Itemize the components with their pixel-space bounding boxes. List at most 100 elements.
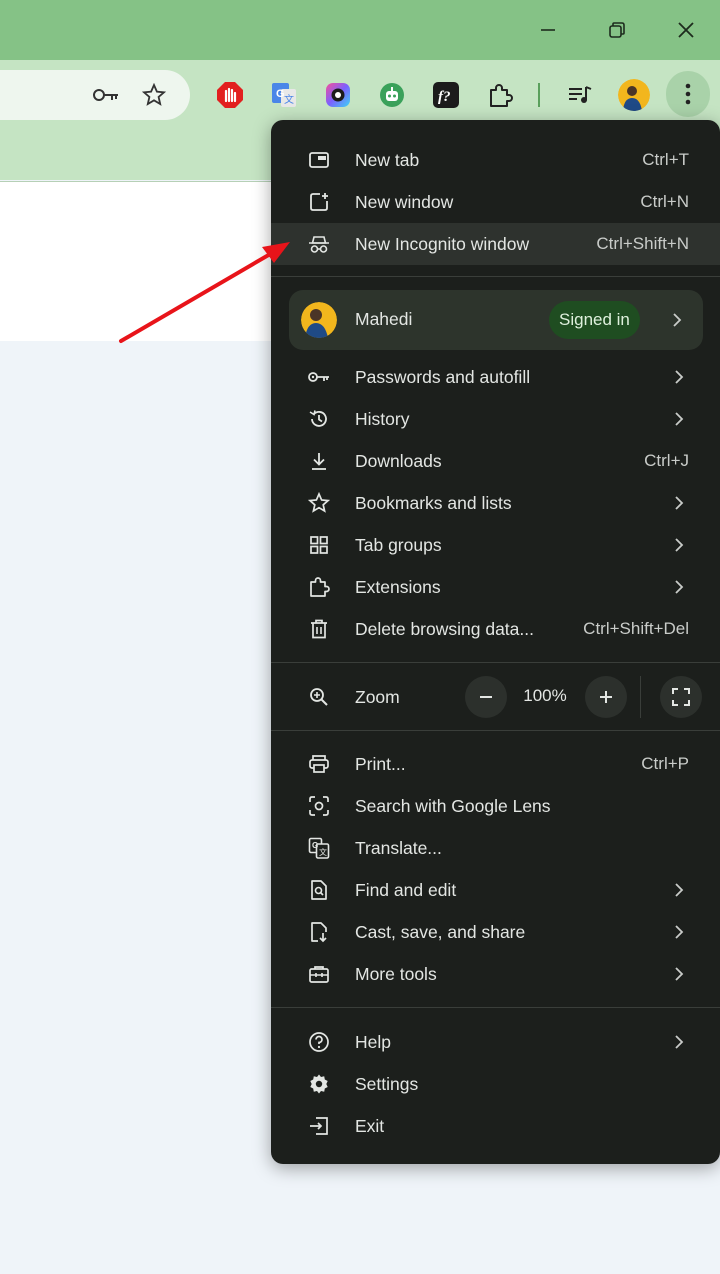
menu-item-downloads[interactable]: Downloads Ctrl+J: [271, 440, 720, 482]
menu-item-translate[interactable]: G文 Translate...: [271, 827, 720, 869]
minus-icon: [480, 696, 492, 698]
menu-item-label: More tools: [355, 963, 437, 984]
new-tab-icon: [307, 148, 331, 172]
chevron-right-icon: [672, 925, 686, 939]
chrome-main-menu: New tab Ctrl+T New window Ctrl+N New Inc…: [271, 120, 720, 1164]
fullscreen-button[interactable]: [660, 676, 702, 718]
incognito-icon: [307, 232, 331, 256]
fullscreen-icon: [672, 688, 690, 706]
menu-item-new-window[interactable]: New window Ctrl+N: [271, 181, 720, 223]
zoom-divider: [640, 676, 641, 718]
extensions-puzzle-icon[interactable]: [484, 79, 516, 111]
trash-icon: [307, 617, 331, 641]
menu-item-new-tab[interactable]: New tab Ctrl+T: [271, 139, 720, 181]
zoom-in-magnifier-icon: [307, 685, 331, 709]
menu-item-shortcut: Ctrl+P: [641, 754, 689, 773]
download-icon: [307, 449, 331, 473]
menu-item-shortcut: Ctrl+N: [640, 192, 689, 211]
zoom-label: Zoom: [355, 686, 400, 707]
menu-separator: [271, 730, 720, 731]
menu-item-label: Search with Google Lens: [355, 795, 551, 816]
menu-separator: [271, 1007, 720, 1008]
menu-item-label: New tab: [355, 149, 420, 170]
bookmark-star-icon[interactable]: [138, 79, 170, 111]
menu-item-delete-browsing-data[interactable]: Delete browsing data... Ctrl+Shift+Del: [271, 608, 720, 650]
star-icon: [307, 491, 331, 515]
menu-item-shortcut: Ctrl+J: [644, 451, 689, 470]
menu-item-label: Exit: [355, 1115, 385, 1136]
zoom-in-button[interactable]: [585, 676, 627, 718]
menu-item-label: History: [355, 408, 410, 429]
menu-item-search-with-google-lens[interactable]: Search with Google Lens: [271, 785, 720, 827]
chevron-right-icon: [672, 883, 686, 897]
chevron-right-icon: [672, 370, 686, 384]
menu-item-shortcut: Ctrl+T: [642, 150, 689, 169]
menu-item-label: Bookmarks and lists: [355, 492, 512, 513]
restore-button[interactable]: [597, 10, 637, 50]
chevron-right-icon: [672, 412, 686, 426]
menu-item-cast-save-and-share[interactable]: Cast, save, and share: [271, 911, 720, 953]
close-button[interactable]: [666, 10, 706, 50]
svg-text:文: 文: [319, 847, 327, 857]
toolbox-icon: [307, 962, 331, 986]
menu-item-shortcut: Ctrl+Shift+Del: [583, 619, 689, 638]
menu-item-bookmarks-and-lists[interactable]: Bookmarks and lists: [271, 482, 720, 524]
window-title-bar: [0, 0, 720, 60]
menu-item-history[interactable]: History: [271, 398, 720, 440]
menu-item-find-and-edit[interactable]: Find and edit: [271, 869, 720, 911]
cast-save-icon: [307, 920, 331, 944]
media-control-icon[interactable]: [564, 79, 596, 111]
menu-item-print[interactable]: Print... Ctrl+P: [271, 743, 720, 785]
menu-item-new-incognito-window[interactable]: New Incognito window Ctrl+Shift+N: [271, 223, 720, 265]
profile-row[interactable]: Mahedi Signed in: [289, 290, 703, 350]
menu-separator: [271, 662, 720, 663]
chevron-right-icon: [672, 496, 686, 510]
font-identifier-extension-icon[interactable]: f?: [430, 79, 462, 111]
menu-item-extensions[interactable]: Extensions: [271, 566, 720, 608]
chevron-right-icon: [672, 313, 682, 332]
svg-text:文: 文: [284, 93, 294, 106]
menu-item-exit[interactable]: Exit: [271, 1105, 720, 1147]
chevron-right-icon: [672, 538, 686, 552]
menu-item-passwords-and-autofill[interactable]: Passwords and autofill: [271, 356, 720, 398]
profile-name: Mahedi: [355, 309, 413, 329]
chevron-right-icon: [672, 580, 686, 594]
plus-icon: [600, 691, 612, 703]
chrome-menu-icon[interactable]: [666, 71, 710, 117]
exit-icon: [307, 1114, 331, 1138]
password-key-icon[interactable]: [90, 79, 122, 111]
key-icon: [307, 365, 331, 389]
screen-recorder-extension-icon[interactable]: [322, 79, 354, 111]
menu-item-label: New Incognito window: [355, 233, 530, 254]
menu-item-label: Cast, save, and share: [355, 921, 526, 942]
restore-icon: [609, 22, 625, 38]
zoom-out-button[interactable]: [465, 676, 507, 718]
menu-item-settings[interactable]: Settings: [271, 1063, 720, 1105]
menu-separator: [271, 276, 720, 277]
new-window-icon: [307, 190, 331, 214]
menu-item-label: Extensions: [355, 576, 441, 597]
menu-item-more-tools[interactable]: More tools: [271, 953, 720, 995]
menu-item-label: Passwords and autofill: [355, 366, 531, 387]
toolbar-divider: [538, 83, 540, 107]
chevron-right-icon: [672, 1035, 686, 1049]
print-icon: [307, 752, 331, 776]
bot-extension-icon[interactable]: [376, 79, 408, 111]
ad-blocker-extension-icon[interactable]: [214, 79, 246, 111]
find-icon: [307, 878, 331, 902]
minimize-button[interactable]: [528, 10, 568, 50]
history-icon: [307, 407, 331, 431]
translate-icon: G文: [307, 836, 331, 860]
google-translate-extension-icon[interactable]: G文: [268, 79, 300, 111]
menu-item-label: New window: [355, 191, 454, 212]
svg-text:G: G: [312, 841, 318, 850]
menu-item-label: Print...: [355, 753, 406, 774]
menu-item-label: Translate...: [355, 837, 442, 858]
close-icon: [678, 22, 694, 38]
menu-item-label: Downloads: [355, 450, 442, 471]
menu-item-label: Delete browsing data...: [355, 618, 534, 639]
profile-avatar[interactable]: [618, 79, 650, 111]
settings-icon: [307, 1072, 331, 1096]
menu-item-tab-groups[interactable]: Tab groups: [271, 524, 720, 566]
menu-item-help[interactable]: Help: [271, 1021, 720, 1063]
